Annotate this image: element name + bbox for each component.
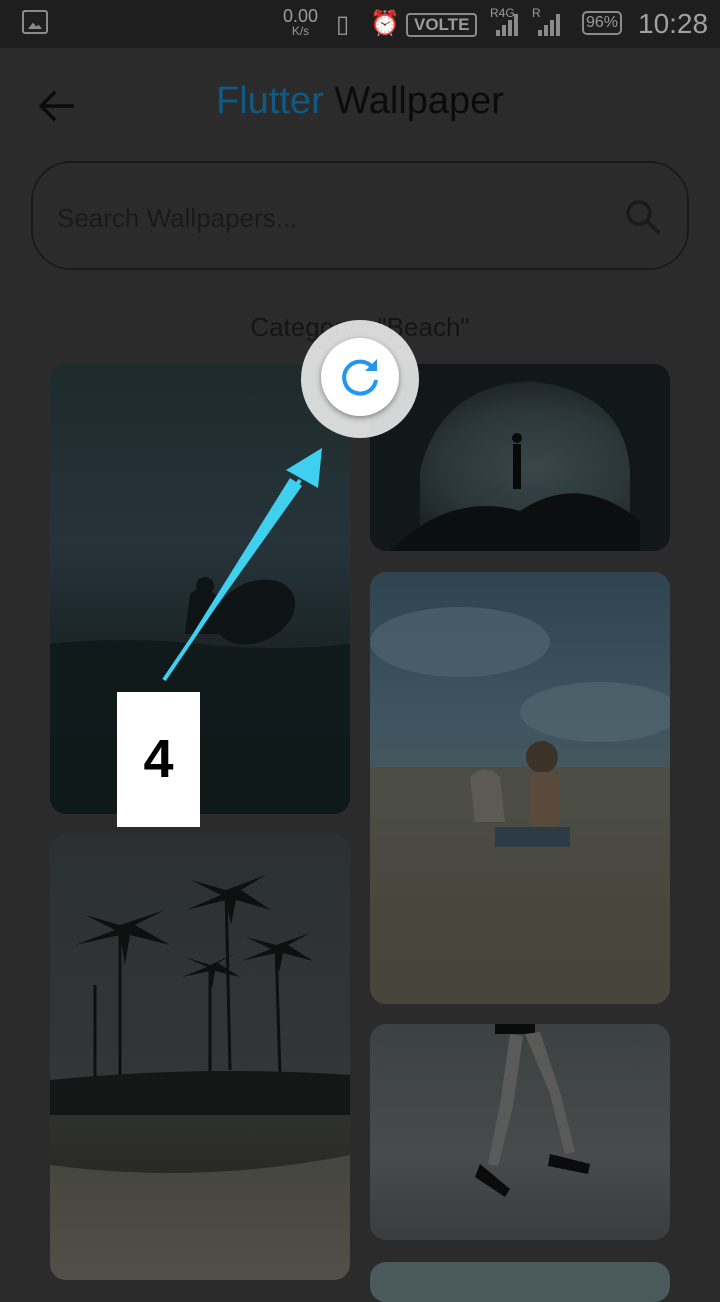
wallpaper-image [370, 607, 670, 1004]
vibrate-icon: ▯ [336, 11, 350, 38]
wallpaper-image [475, 1024, 590, 1197]
wallpaper-tile[interactable] [50, 835, 350, 1280]
signal-icon [496, 14, 522, 36]
wallpaper-tile[interactable] [370, 572, 670, 1004]
volte-badge: VOLTE [406, 13, 478, 37]
clock: 10:28 [638, 8, 709, 39]
signal-icon [538, 14, 564, 36]
page-title: Flutter Wallpaper [0, 80, 720, 123]
net-speed-value: 0.00 [283, 6, 319, 26]
net-speed-unit: K/s [291, 24, 310, 38]
title-accent: Flutter [216, 80, 324, 122]
network-speed: 0.00 K/s [283, 6, 319, 38]
wallpaper-image [50, 875, 350, 1280]
status-bar: 0.00 K/s ▯ ⏰ VOLTE R4G R 96% 10:28 [0, 0, 720, 48]
search-bar [31, 161, 689, 270]
battery-indicator: 96% [582, 11, 622, 35]
gallery-icon [22, 10, 48, 34]
wallpaper-tile[interactable] [370, 1024, 670, 1240]
search-input[interactable] [55, 197, 599, 239]
title-main: Wallpaper [334, 80, 504, 122]
refresh-indicator[interactable] [321, 338, 399, 416]
refresh-icon [342, 359, 378, 396]
annotation-arrow [162, 448, 322, 682]
step-number-badge: 4 [117, 692, 200, 827]
alarm-icon: ⏰ [370, 10, 400, 37]
wallpaper-tile[interactable] [370, 1262, 670, 1302]
search-icon[interactable] [623, 197, 663, 237]
